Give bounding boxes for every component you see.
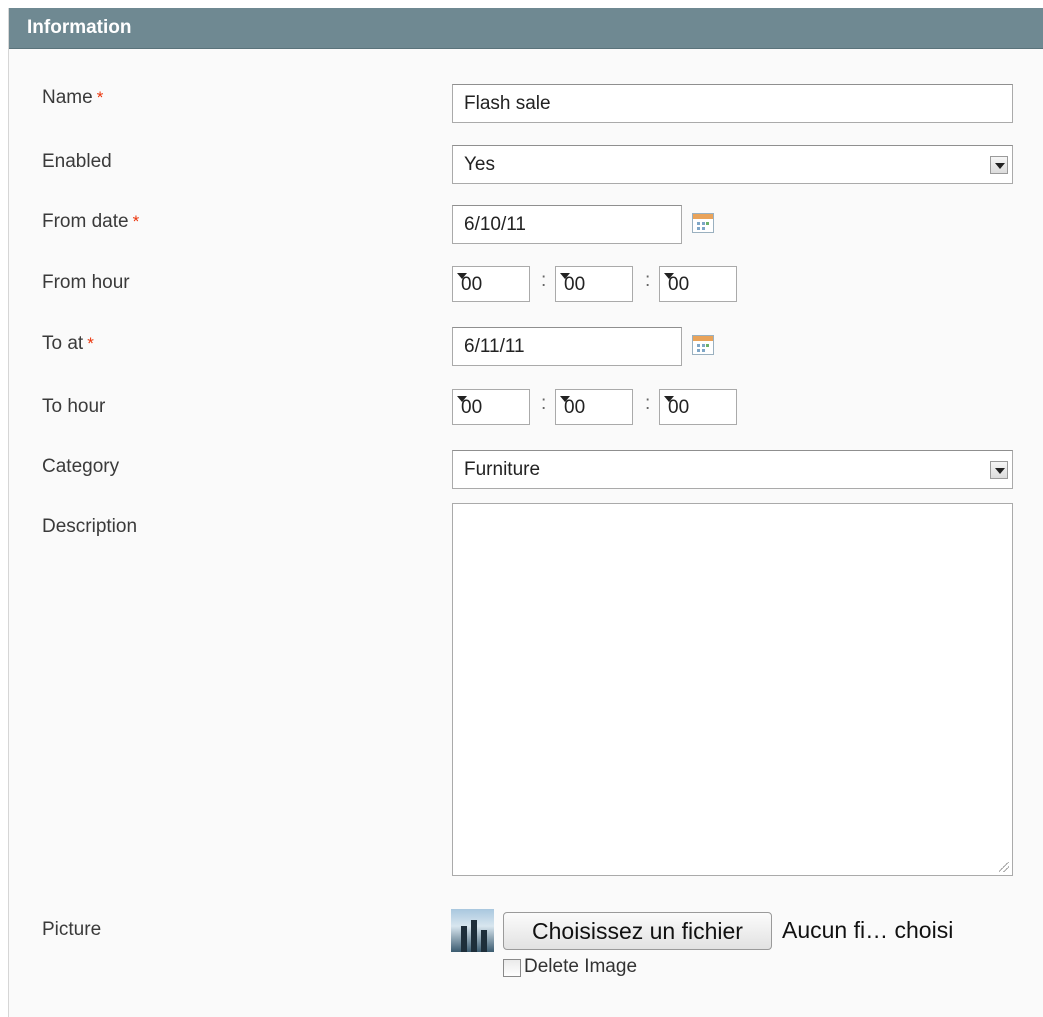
name-input-value: Flash sale [464, 92, 551, 114]
file-status-text: Aucun fi… choisi [782, 917, 954, 943]
to-at-label-text: To at [42, 333, 84, 354]
to-hour-minutes-select[interactable]: 00 [555, 389, 633, 425]
panel-header: Information [9, 8, 1043, 49]
required-marker: * [87, 334, 94, 353]
thumbnail-figure [461, 926, 467, 952]
from-hour-seconds-select[interactable]: 00 [659, 266, 737, 302]
from-date-input[interactable]: 6/10/11 [452, 205, 682, 244]
picture-label: Picture [42, 919, 102, 940]
to-at-input[interactable]: 6/11/11 [452, 327, 682, 366]
delete-image-checkbox[interactable] [503, 959, 521, 977]
picture-thumbnail [451, 909, 494, 952]
enabled-label: Enabled [42, 151, 112, 172]
enabled-select-value: Yes [464, 153, 495, 175]
calendar-icon[interactable] [692, 213, 714, 233]
description-textarea[interactable] [452, 503, 1013, 876]
choose-file-button[interactable]: Choisissez un fichier [503, 912, 772, 950]
thumbnail-figure [471, 920, 477, 952]
to-hour-seconds-select[interactable]: 00 [659, 389, 737, 425]
description-label: Description [42, 516, 138, 537]
to-hour-label: To hour [42, 396, 106, 417]
enabled-select[interactable]: Yes [452, 145, 1013, 184]
calendar-icon[interactable] [692, 335, 714, 355]
from-date-label-text: From date [42, 211, 129, 232]
chevron-down-icon [990, 460, 1008, 479]
from-hour-minutes-select[interactable]: 00 [555, 266, 633, 302]
from-date-label: From date * [42, 211, 139, 233]
required-marker: * [96, 88, 104, 107]
to-at-label: To at * [42, 333, 94, 355]
time-separator: : [645, 270, 651, 291]
to-hour-hours-select[interactable]: 00 [452, 389, 530, 425]
name-label: Name * [42, 87, 103, 109]
to-at-input-value: 6/11/11 [464, 335, 525, 357]
category-select[interactable]: Furniture [452, 450, 1013, 489]
panel-title: Information [27, 17, 132, 38]
time-separator: : [645, 393, 651, 414]
from-hour-hours-select[interactable]: 00 [452, 266, 530, 302]
name-label-text: Name [42, 87, 93, 108]
from-date-input-value: 6/10/11 [464, 213, 526, 235]
thumbnail-figure [481, 930, 487, 952]
delete-image-label: Delete Image [524, 956, 638, 977]
resize-grip-icon[interactable] [999, 862, 1009, 872]
category-label: Category [42, 456, 120, 477]
required-marker: * [132, 212, 140, 231]
time-separator: : [541, 270, 547, 291]
from-hour-label: From hour [42, 272, 130, 293]
name-input[interactable]: Flash sale [452, 84, 1013, 123]
category-select-value: Furniture [464, 458, 541, 480]
time-separator: : [541, 393, 547, 414]
chevron-down-icon [990, 155, 1008, 174]
